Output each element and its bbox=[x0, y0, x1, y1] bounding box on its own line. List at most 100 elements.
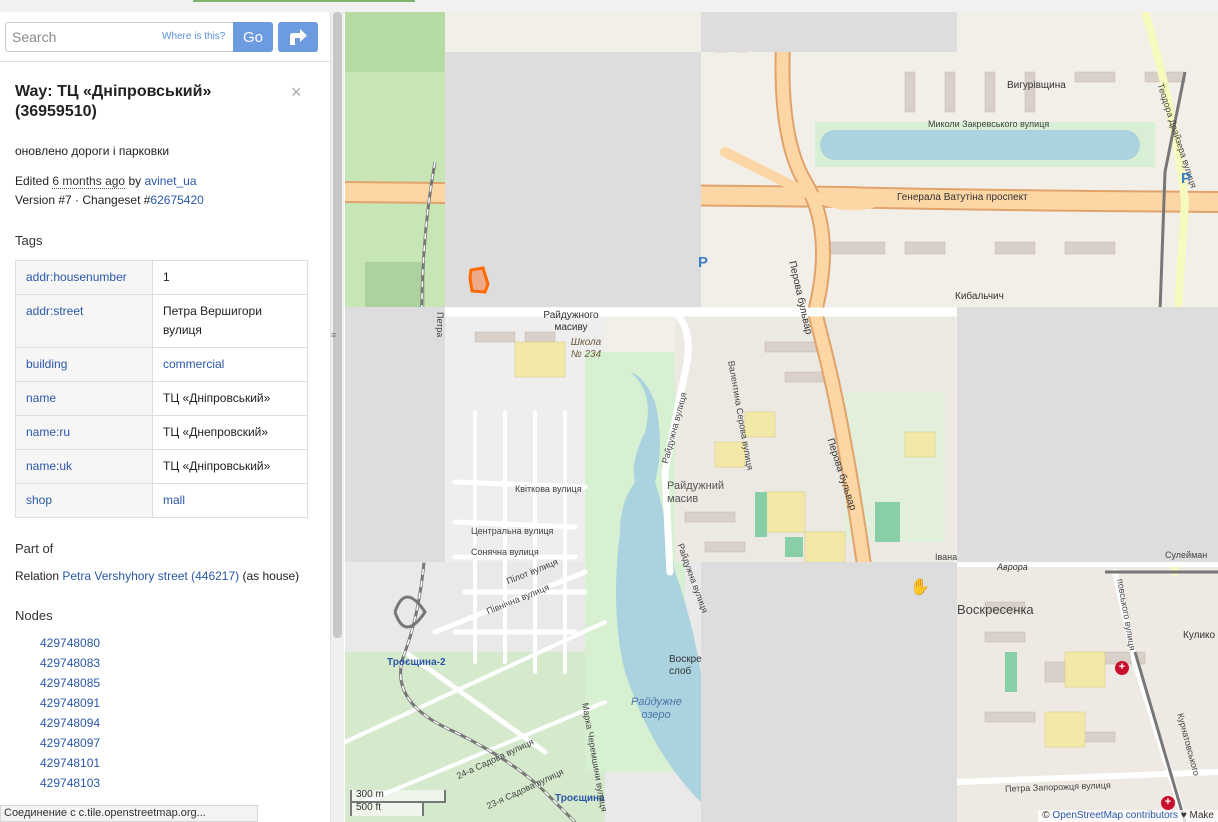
tag-row: addr:street Петра Вершигори вулиця bbox=[15, 294, 308, 348]
user-link[interactable]: avinet_ua bbox=[144, 174, 196, 188]
directions-button[interactable] bbox=[278, 22, 318, 52]
map-label: Воскре слоб bbox=[669, 654, 702, 677]
pharmacy-icon: + bbox=[1115, 661, 1129, 675]
list-item: 429748097 bbox=[40, 733, 310, 753]
list-item: 429748094 bbox=[40, 713, 310, 733]
scrollbar-thumb[interactable] bbox=[333, 12, 342, 638]
lake-zakrevskoho bbox=[820, 130, 1140, 160]
close-icon[interactable]: × bbox=[291, 82, 302, 103]
node-link[interactable]: 429748094 bbox=[40, 716, 100, 730]
node-link[interactable]: 429748103 bbox=[40, 776, 100, 790]
map-scale: 300 m 500 ft bbox=[350, 790, 446, 816]
map-label: Вигурівщина bbox=[1007, 80, 1066, 91]
directions-icon bbox=[290, 29, 307, 45]
map-label: Сулейман bbox=[1165, 550, 1208, 560]
tag-row: building commercial bbox=[15, 347, 308, 382]
tag-value: Петра Вершигори вулиця bbox=[152, 294, 308, 348]
tag-key[interactable]: building bbox=[15, 347, 153, 382]
edited-time: 6 months ago bbox=[52, 174, 126, 189]
nodes-list: 429748080 429748083 429748085 429748091 4297… bbox=[40, 633, 310, 793]
map-label: Школа № 234 bbox=[570, 337, 602, 360]
tag-key[interactable]: addr:street bbox=[15, 294, 153, 348]
node-link[interactable]: 429748101 bbox=[40, 756, 100, 770]
tag-row: shop mall bbox=[15, 483, 308, 518]
park-area bbox=[365, 262, 425, 307]
tag-row: addr:housenumber 1 bbox=[15, 260, 308, 295]
go-button[interactable]: Go bbox=[233, 22, 273, 52]
tag-row: name ТЦ «Дніпровський» bbox=[15, 381, 308, 416]
map-tiles[interactable] bbox=[345, 12, 1218, 822]
tag-value: ТЦ «Дніпровський» bbox=[152, 381, 308, 416]
page-title: Way: ТЦ «Дніпровський» (36959510) bbox=[15, 83, 212, 120]
map-label: Кулико bbox=[1183, 630, 1216, 641]
tag-value: ТЦ «Дніпровський» bbox=[152, 449, 308, 484]
map-label: Райдужне озеро bbox=[631, 696, 682, 721]
nodes-heading: Nodes bbox=[15, 608, 53, 623]
tag-key[interactable]: addr:housenumber bbox=[15, 260, 153, 295]
scale-imperial: 500 ft bbox=[350, 803, 424, 816]
tag-row: name:ru ТЦ «Днепровский» bbox=[15, 415, 308, 450]
map-label: Івана bbox=[935, 552, 958, 562]
where-is-this-link[interactable]: Where is this? bbox=[162, 31, 225, 42]
relation-prefix: Relation bbox=[15, 569, 60, 583]
attribution-prefix: © bbox=[1042, 810, 1050, 821]
hand-cursor-icon: ✋ bbox=[910, 579, 930, 596]
part-of-heading: Part of bbox=[15, 541, 54, 556]
map-label: Райдужний масив bbox=[667, 480, 724, 505]
relation-link[interactable]: Petra Vershyhory street (446217) bbox=[62, 569, 239, 583]
edited-by: by bbox=[128, 174, 142, 188]
tab-indicator bbox=[193, 0, 415, 2]
tags-table: addr:housenumber 1 addr:street Петра Вершиг… bbox=[15, 260, 308, 518]
pharmacy-icon: + bbox=[1161, 796, 1175, 810]
list-item: 429748091 bbox=[40, 693, 310, 713]
changeset-comment: оновлено дороги і парковки bbox=[15, 144, 170, 158]
resize-grip-icon[interactable]: ≡ bbox=[331, 330, 336, 340]
sidebar-scrollbar[interactable] bbox=[330, 12, 344, 822]
node-link[interactable]: 429748085 bbox=[40, 676, 100, 690]
map-label: Центральна вулиця bbox=[471, 526, 554, 536]
list-item: 429748083 bbox=[40, 653, 310, 673]
feature-panel: Way: ТЦ «Дніпровський» (36959510) × онов… bbox=[15, 82, 310, 793]
selected-feature-outline[interactable] bbox=[468, 266, 490, 294]
parking-icon: P bbox=[698, 254, 709, 271]
list-item: 429748101 bbox=[40, 753, 310, 773]
attribution-link[interactable]: OpenStreetMap contributors bbox=[1052, 810, 1178, 821]
tag-row: name:uk ТЦ «Дніпровський» bbox=[15, 449, 308, 484]
map-label: Сонячна вулиця bbox=[471, 547, 539, 557]
node-link[interactable]: 429748083 bbox=[40, 656, 100, 670]
edit-info: Edited 6 months ago by avinet_ua bbox=[15, 172, 310, 191]
node-link[interactable]: 429748080 bbox=[40, 636, 100, 650]
map-view[interactable]: Вигурівщина Миколи Закревського вулиця Г… bbox=[345, 12, 1218, 822]
list-item: 429748080 bbox=[40, 633, 310, 653]
tag-key[interactable]: name:ru bbox=[15, 415, 153, 450]
attribution-suffix[interactable]: ♥ Make bbox=[1181, 810, 1214, 821]
relation-info: Relation Petra Vershyhory street (446217… bbox=[15, 567, 310, 586]
tags-heading: Tags bbox=[15, 233, 43, 248]
map-label: Троєщина-2 bbox=[387, 657, 446, 668]
list-item: 429748103 bbox=[40, 773, 310, 793]
tag-key[interactable]: name:uk bbox=[15, 449, 153, 484]
tag-key[interactable]: name bbox=[15, 381, 153, 416]
version-info: Version #7 · Changeset #62675420 bbox=[15, 191, 310, 210]
edited-prefix: Edited bbox=[15, 174, 50, 188]
map-label: Кибальчич bbox=[955, 291, 1004, 302]
list-item: 429748085 bbox=[40, 673, 310, 693]
tag-value[interactable]: commercial bbox=[152, 347, 308, 382]
map-label: Миколи Закревського вулиця bbox=[928, 119, 1050, 129]
node-link[interactable]: 429748091 bbox=[40, 696, 100, 710]
tag-value: 1 bbox=[152, 260, 308, 295]
map-label: Воскресенка bbox=[957, 602, 1034, 617]
map-attribution: © OpenStreetMap contributors ♥ Make bbox=[1038, 810, 1218, 822]
parking-icon: P bbox=[1181, 170, 1192, 187]
node-link[interactable]: 429748097 bbox=[40, 736, 100, 750]
sidebar-divider bbox=[0, 61, 330, 62]
changeset-link[interactable]: 62675420 bbox=[150, 193, 203, 207]
tag-value: ТЦ «Днепровский» bbox=[152, 415, 308, 450]
tag-key[interactable]: shop bbox=[15, 483, 153, 518]
version-label: Version #7 · Changeset # bbox=[15, 193, 151, 207]
park-area bbox=[345, 12, 445, 72]
sidebar: Where is this? Go Way: ТЦ «Дніпровський»… bbox=[0, 12, 344, 822]
tag-value[interactable]: mall bbox=[152, 483, 308, 518]
map-label: Аврора bbox=[997, 562, 1028, 572]
browser-status-bar: Соединение с c.tile.openstreetmap.org... bbox=[0, 805, 258, 822]
